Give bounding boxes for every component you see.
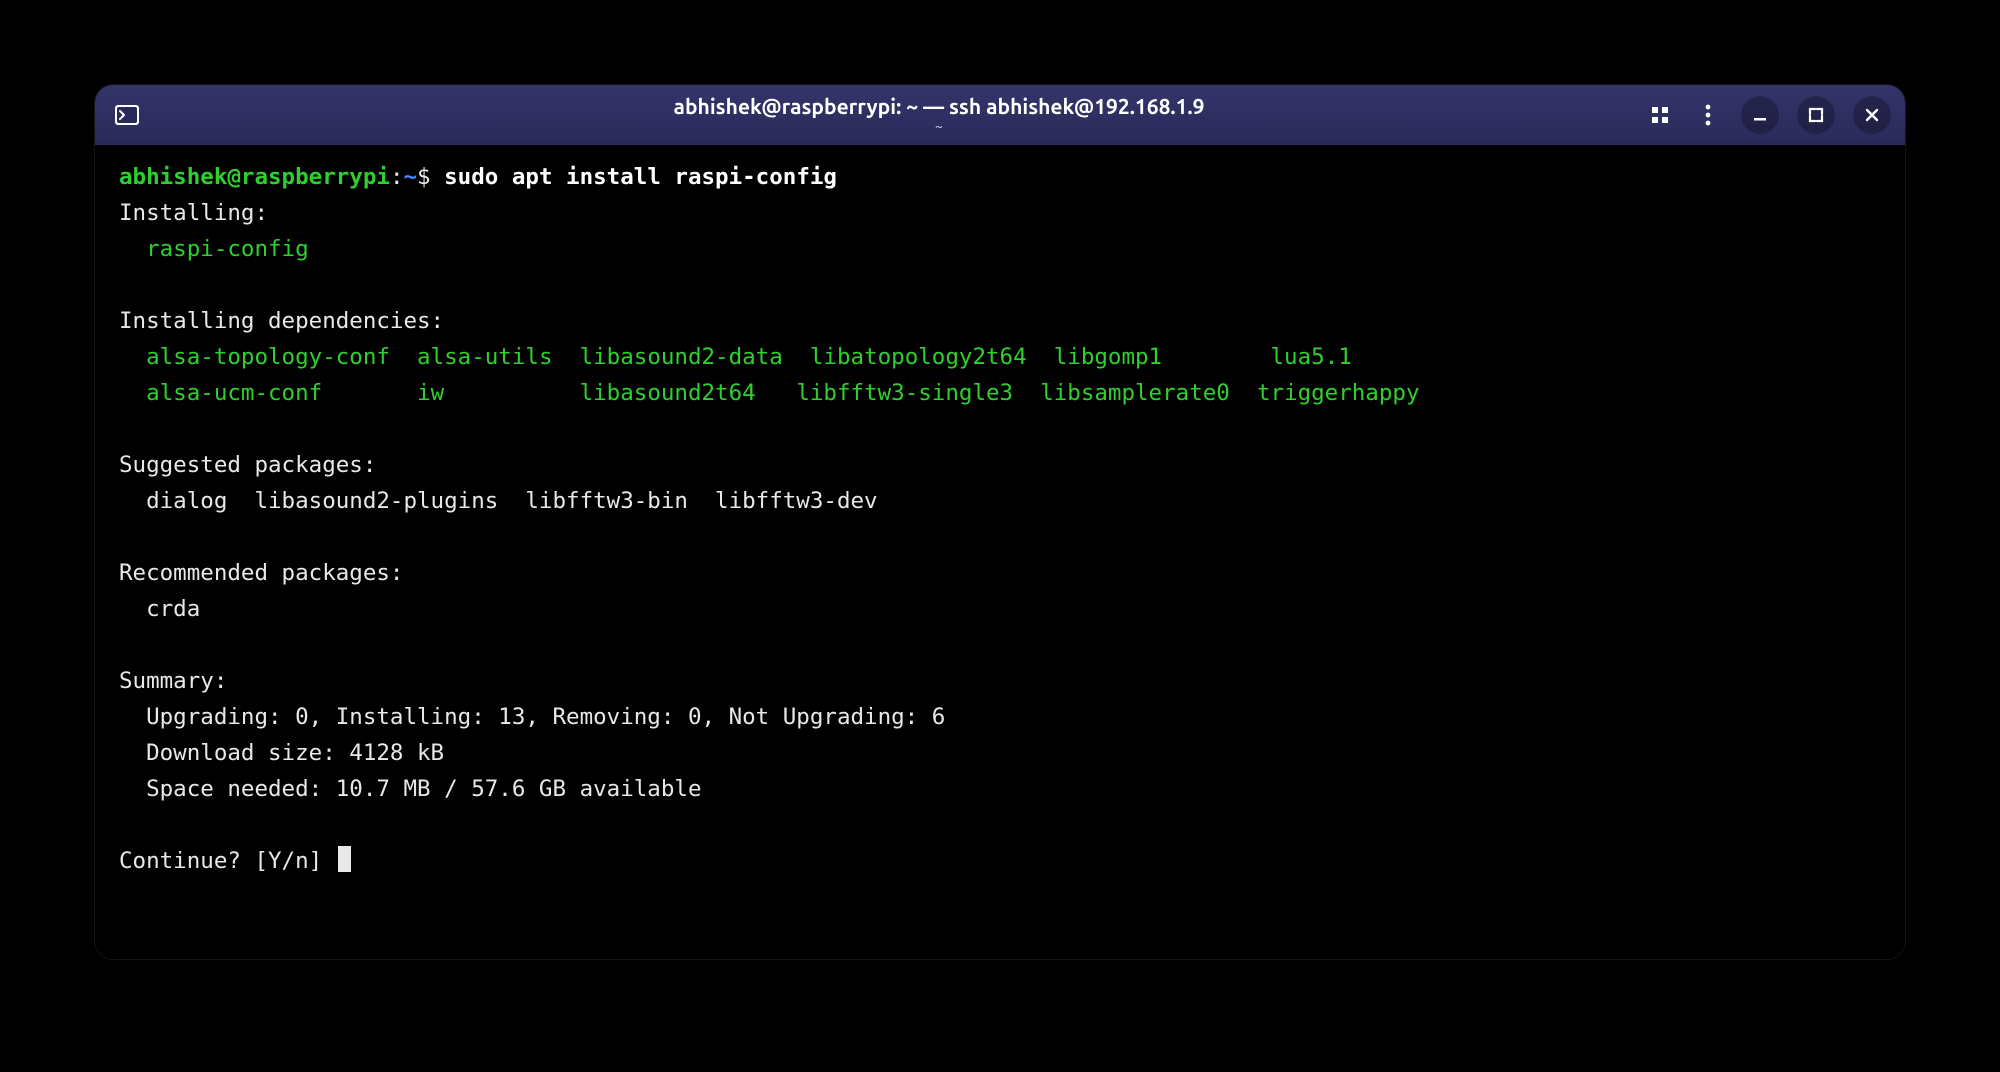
maximize-button[interactable] [1797, 96, 1835, 134]
summary-line: Download size: 4128 kB [119, 740, 444, 766]
dep-pkg: alsa-ucm-conf iw libasound2t64 libfftw3-… [146, 380, 1419, 406]
terminal-window: abhishek@raspberrypi: ~ — ssh abhishek@1… [95, 85, 1905, 959]
terminal-output[interactable]: abhishek@raspberrypi:~$ sudo apt install… [95, 145, 1905, 959]
close-button[interactable] [1853, 96, 1891, 134]
menu-button[interactable] [1693, 100, 1723, 130]
titlebar-title-area: abhishek@raspberrypi: ~ — ssh abhishek@1… [233, 95, 1645, 134]
summary-line: Upgrading: 0, Installing: 13, Removing: … [119, 704, 945, 730]
suggested-label: Suggested packages: [119, 452, 376, 478]
titlebar-controls [1645, 96, 1891, 134]
window-subtitle: ~ [233, 119, 1645, 134]
installing-pkg: raspi-config [119, 236, 309, 262]
prompt-userhost: abhishek@raspberrypi [119, 164, 390, 190]
dep-pkg: alsa-topology-conf alsa-utils libasound2… [146, 344, 1352, 370]
terminal-app-icon [113, 103, 141, 127]
cursor [338, 846, 351, 872]
deps-label: Installing dependencies: [119, 308, 444, 334]
window-title: abhishek@raspberrypi: ~ — ssh abhishek@1… [233, 95, 1645, 118]
continue-prompt: Continue? [Y/n] [119, 848, 336, 874]
summary-line: Space needed: 10.7 MB / 57.6 GB availabl… [119, 776, 701, 802]
recommended-label: Recommended packages: [119, 560, 403, 586]
command-text: sudo apt install raspi-config [444, 164, 837, 190]
prompt-path: ~ [403, 164, 417, 190]
suggested-pkgs: dialog libasound2-plugins libfftw3-bin l… [119, 488, 878, 514]
new-tab-button[interactable] [1645, 100, 1675, 130]
prompt-sep: : [390, 164, 404, 190]
installing-label: Installing: [119, 200, 268, 226]
summary-label: Summary: [119, 668, 227, 694]
titlebar[interactable]: abhishek@raspberrypi: ~ — ssh abhishek@1… [95, 85, 1905, 145]
minimize-button[interactable] [1741, 96, 1779, 134]
titlebar-left [113, 103, 233, 127]
prompt-suffix: $ [417, 164, 444, 190]
recommended-pkgs: crda [119, 596, 200, 622]
